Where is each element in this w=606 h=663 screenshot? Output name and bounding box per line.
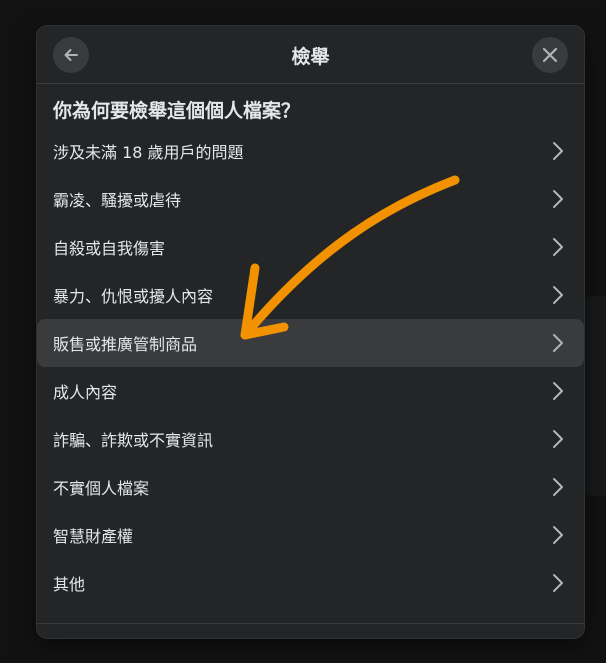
- chevron-right-icon: [548, 573, 568, 593]
- chevron-right-icon: [548, 381, 568, 401]
- reason-label: 暴力、仇恨或擾人內容: [53, 287, 214, 306]
- reason-label: 自殺或自我傷害: [53, 239, 166, 258]
- reason-item[interactable]: 暴力、仇恨或擾人內容: [37, 271, 584, 319]
- dialog-title: 檢舉: [291, 46, 330, 68]
- chevron-right-icon: [548, 429, 568, 449]
- report-reason-list: 涉及未滿 18 歲用戶的問題 霸凌、騷擾或虐待 自殺或自我傷害 暴力、仇恨或擾人…: [37, 127, 584, 607]
- chevron-right-icon: [548, 333, 568, 353]
- reason-item[interactable]: 其他: [37, 559, 584, 607]
- close-icon: [542, 47, 558, 63]
- reason-item[interactable]: 自殺或自我傷害: [37, 223, 584, 271]
- reason-label: 其他: [53, 575, 86, 594]
- reason-item[interactable]: 不實個人檔案: [37, 463, 584, 511]
- close-button[interactable]: [532, 37, 568, 73]
- reason-item[interactable]: 霸凌、騷擾或虐待: [37, 175, 584, 223]
- reason-label: 不實個人檔案: [53, 479, 150, 498]
- chevron-right-icon: [548, 477, 568, 497]
- chevron-right-icon: [548, 525, 568, 545]
- reason-label: 詐騙、詐欺或不實資訊: [53, 431, 214, 450]
- background-card: [584, 296, 606, 496]
- dialog-footer-divider: [37, 623, 584, 624]
- reason-label: 霸凌、騷擾或虐待: [53, 191, 182, 210]
- report-question: 你為何要檢舉這個個人檔案？: [53, 100, 301, 122]
- reason-label: 智慧財產權: [53, 527, 134, 546]
- reason-label: 成人內容: [53, 383, 118, 402]
- chevron-right-icon: [548, 237, 568, 257]
- reason-item[interactable]: 智慧財產權: [37, 511, 584, 559]
- chevron-right-icon: [548, 285, 568, 305]
- chevron-right-icon: [548, 141, 568, 161]
- reason-label: 涉及未滿 18 歲用戶的問題: [53, 143, 244, 162]
- dialog-header: 檢舉: [37, 26, 584, 84]
- reason-label: 販售或推廣管制商品: [53, 335, 198, 354]
- chevron-right-icon: [548, 189, 568, 209]
- reason-item[interactable]: 成人內容: [37, 367, 584, 415]
- reason-item[interactable]: 涉及未滿 18 歲用戶的問題: [37, 127, 584, 175]
- reason-item[interactable]: 詐騙、詐欺或不實資訊: [37, 415, 584, 463]
- reason-item-highlighted[interactable]: 販售或推廣管制商品: [37, 319, 584, 367]
- report-dialog: 檢舉 你為何要檢舉這個個人檔案？ 涉及未滿 18 歲用戶的問題 霸凌、騷擾或虐待…: [37, 26, 584, 638]
